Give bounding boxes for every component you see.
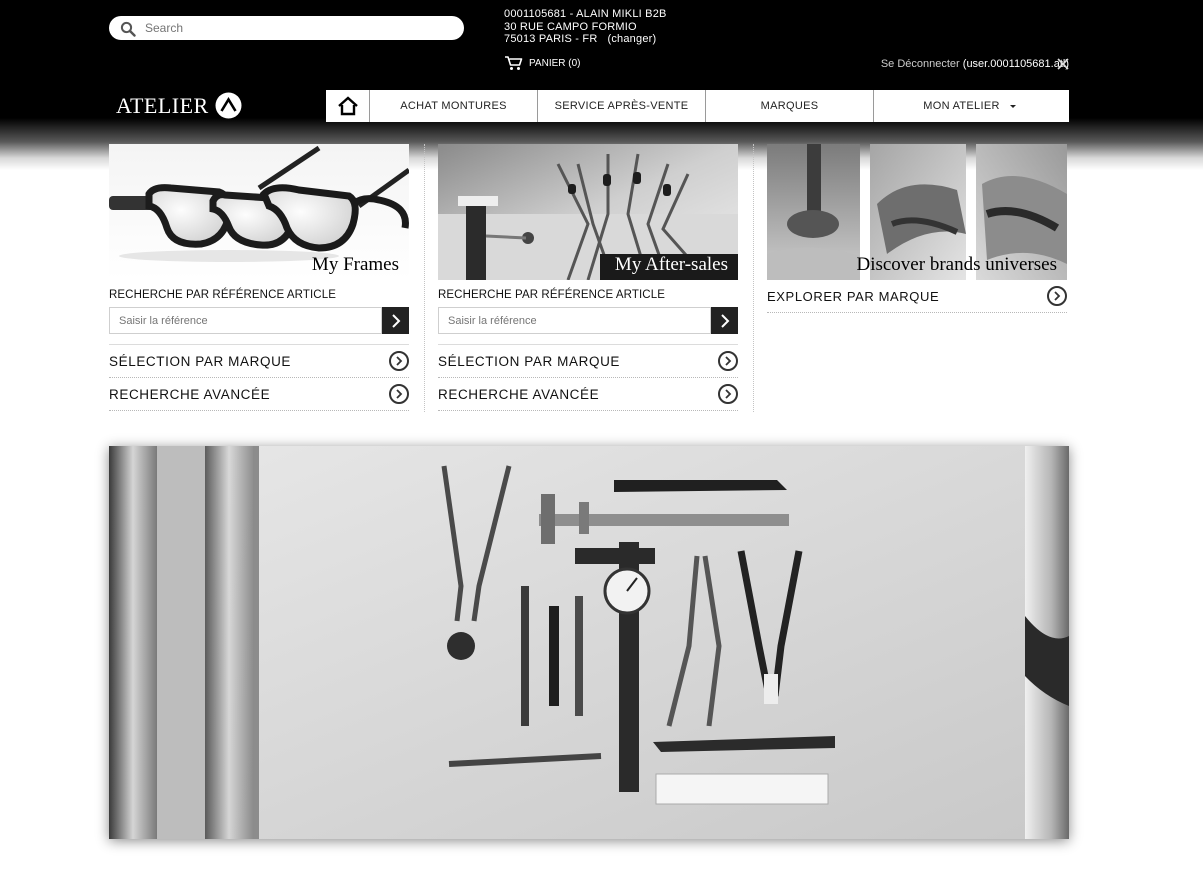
frames-caption: My Frames	[311, 254, 399, 275]
reference-search	[438, 307, 738, 334]
select-by-brand-link[interactable]: SÉLECTION PAR MARQUE	[438, 345, 738, 378]
select-by-brand-link[interactable]: SÉLECTION PAR MARQUE	[109, 345, 409, 378]
chevron-right-icon	[720, 313, 729, 328]
column-divider	[753, 144, 754, 412]
logo-text: ATELIER	[116, 92, 209, 118]
reference-search-label: RECHERCHE PAR RÉFÉRENCE ARTICLE	[438, 289, 665, 301]
logo-mark-icon	[215, 92, 242, 119]
reference-search-label: RECHERCHE PAR RÉFÉRENCE ARTICLE	[109, 289, 336, 301]
nav-home[interactable]	[326, 90, 370, 122]
brands-caption: Discover brands universes	[856, 254, 1057, 275]
cart-link[interactable]: PANIER (0)	[504, 55, 581, 71]
select-by-brand-label: SÉLECTION PAR MARQUE	[438, 353, 621, 369]
cart-label: PANIER (0)	[529, 57, 581, 69]
column-divider	[424, 144, 425, 412]
nav-marques[interactable]: MARQUES	[706, 90, 874, 122]
logout-label: Se Déconnecter	[880, 58, 960, 70]
brands-column: Discover brands universes EXPLORER PAR M…	[767, 144, 1067, 313]
nav-mon-atelier[interactable]: MON ATELIER	[874, 90, 1069, 122]
logged-user: (user.0001105681.atl)	[962, 58, 1069, 70]
reference-input[interactable]	[109, 307, 382, 334]
account-id: 0001105681 - ALAIN MIKLI B2B	[504, 8, 667, 20]
logout-link[interactable]: Se Déconnecter (user.0001105681.atl)	[881, 58, 1069, 70]
nav-service-apres-vente[interactable]: SERVICE APRÈS-VENTE	[538, 90, 706, 122]
aftersales-photo[interactable]: My After-sales	[438, 144, 738, 280]
change-account-link[interactable]: (changer)	[607, 33, 656, 45]
hero-banner[interactable]	[109, 446, 1069, 839]
arrow-circle-icon	[389, 384, 409, 404]
search-icon	[120, 21, 136, 37]
explore-by-brand-link[interactable]: EXPLORER PAR MARQUE	[767, 280, 1067, 313]
aftersales-caption: My After-sales	[614, 254, 728, 275]
arrow-circle-icon	[389, 351, 409, 371]
reference-submit-button[interactable]	[711, 307, 738, 334]
reference-submit-button[interactable]	[382, 307, 409, 334]
frames-column: My Frames RECHERCHE PAR RÉFÉRENCE ARTICL…	[109, 144, 409, 411]
reference-search	[109, 307, 409, 334]
home-icon	[337, 96, 358, 116]
search-box[interactable]	[109, 16, 464, 40]
nav-mon-atelier-label: MON ATELIER	[923, 100, 1000, 112]
frames-photo[interactable]: My Frames	[109, 144, 409, 280]
select-by-brand-label: SÉLECTION PAR MARQUE	[109, 353, 292, 369]
chevron-right-icon	[391, 313, 400, 328]
account-info: 0001105681 - ALAIN MIKLI B2B 30 RUE CAMP…	[504, 8, 667, 46]
tools-illustration	[109, 446, 1069, 839]
main-nav: ACHAT MONTURES SERVICE APRÈS-VENTE MARQU…	[326, 90, 1069, 122]
caret-down-icon	[1009, 105, 1016, 108]
advanced-search-link[interactable]: RECHERCHE AVANCÉE	[438, 378, 738, 411]
account-city: 75013 PARIS - FR	[504, 33, 598, 45]
cart-icon	[505, 56, 523, 70]
advanced-search-link[interactable]: RECHERCHE AVANCÉE	[109, 378, 409, 411]
reference-input[interactable]	[438, 307, 711, 334]
logo[interactable]: ATELIER	[116, 92, 242, 119]
advanced-search-label: RECHERCHE AVANCÉE	[109, 386, 271, 402]
search-input[interactable]	[145, 18, 445, 38]
aftersales-column: My After-sales RECHERCHE PAR RÉFÉRENCE A…	[438, 144, 738, 411]
explore-by-brand-label: EXPLORER PAR MARQUE	[767, 288, 940, 304]
brands-photo[interactable]: Discover brands universes	[767, 144, 1067, 280]
arrow-circle-icon	[718, 351, 738, 371]
advanced-search-label: RECHERCHE AVANCÉE	[438, 386, 600, 402]
close-icon[interactable]	[1056, 57, 1070, 71]
arrow-circle-icon	[718, 384, 738, 404]
nav-achat-montures[interactable]: ACHAT MONTURES	[370, 90, 538, 122]
account-street: 30 RUE CAMPO FORMIO	[504, 20, 637, 33]
arrow-circle-icon	[1047, 286, 1067, 306]
